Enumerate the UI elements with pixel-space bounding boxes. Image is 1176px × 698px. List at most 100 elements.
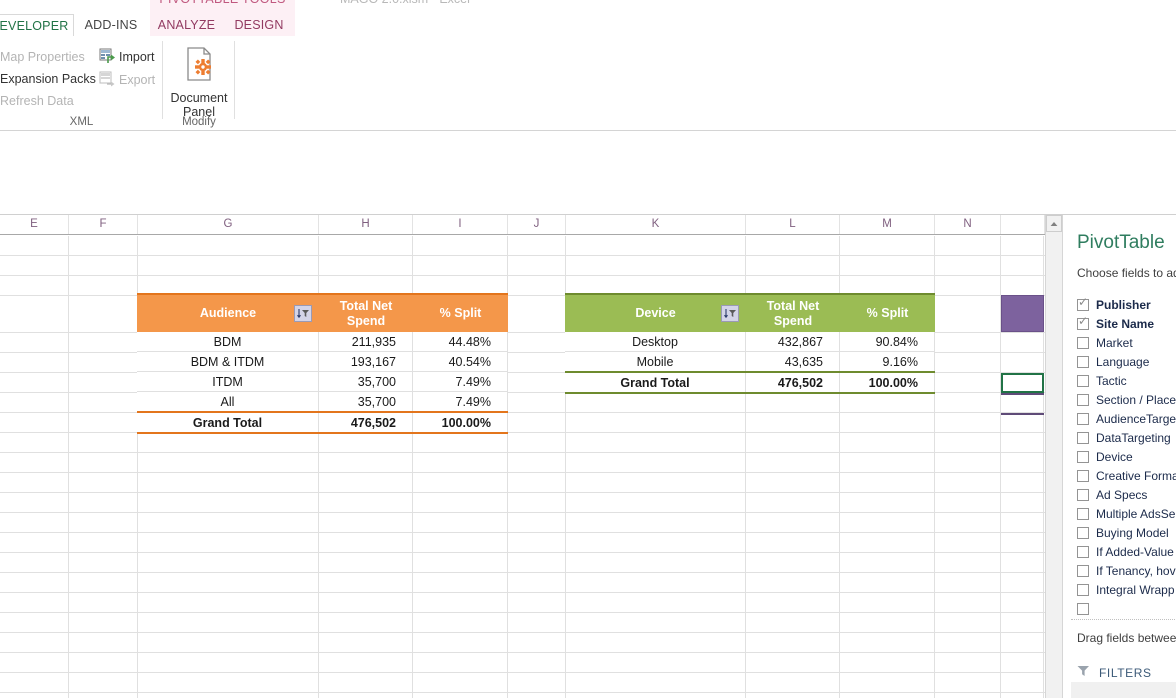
table-cell[interactable]: 211,935	[319, 332, 413, 352]
checkbox-creative-format[interactable]	[1077, 469, 1089, 482]
field-item-section-place[interactable]: Section / Place	[1077, 390, 1176, 409]
column-header-o[interactable]	[1001, 215, 1045, 234]
field-item-publisher[interactable]: Publisher	[1077, 295, 1151, 314]
checkbox-language[interactable]	[1077, 355, 1089, 368]
tab-developer[interactable]: EVELOPER	[0, 14, 74, 37]
pivot-bottom-border	[137, 432, 508, 434]
field-item-integral-wrapper[interactable]: Integral Wrapp	[1077, 580, 1175, 599]
column-header-k[interactable]: K	[566, 215, 746, 234]
grid-line	[0, 672, 1045, 673]
checkbox-publisher[interactable]	[1077, 296, 1089, 311]
column-header-e[interactable]: E	[0, 215, 69, 234]
field-item-if-added-value[interactable]: If Added-Value	[1077, 542, 1174, 561]
table-cell[interactable]: 35,700	[319, 372, 413, 392]
field-item-creative-format[interactable]: Creative Forma	[1077, 466, 1176, 485]
chevron-up-icon	[1050, 221, 1058, 226]
table-row[interactable]: BDM & ITDM	[137, 352, 319, 372]
audience-header-cell[interactable]: Audience	[137, 295, 319, 332]
device-split-header[interactable]: % Split	[840, 295, 935, 332]
checkbox-if-tenancy[interactable]	[1077, 564, 1089, 577]
table-cell[interactable]: 44.48%	[413, 332, 508, 352]
table-cell[interactable]: 7.49%	[413, 392, 508, 412]
checkbox-multiple-adssets[interactable]	[1077, 507, 1089, 520]
checkbox-ad-specs[interactable]	[1077, 488, 1089, 501]
table-cell[interactable]: 9.16%	[840, 352, 935, 372]
checkbox-buying-model[interactable]	[1077, 526, 1089, 539]
purple-header-cell[interactable]	[1001, 295, 1044, 332]
column-header-g[interactable]: G	[138, 215, 319, 234]
table-row[interactable]: Grand Total	[137, 413, 319, 433]
refresh-data-button[interactable]: Refresh Data	[0, 94, 74, 108]
field-item-site-name[interactable]: Site Name	[1077, 314, 1154, 333]
checkbox-data-targeting[interactable]	[1077, 431, 1089, 444]
table-cell[interactable]: 40.54%	[413, 352, 508, 372]
column-header-l[interactable]: L	[746, 215, 840, 234]
column-header-n[interactable]: N	[935, 215, 1001, 234]
field-item-if-tenancy[interactable]: If Tenancy, hov	[1077, 561, 1176, 580]
column-header-f[interactable]: F	[69, 215, 138, 234]
table-cell[interactable]: 43,635	[746, 352, 840, 372]
field-item-market[interactable]: Market	[1077, 333, 1133, 352]
tab-analyze[interactable]: ANALYZE	[150, 14, 223, 36]
field-item-language[interactable]: Language	[1077, 352, 1149, 371]
document-panel-button[interactable]: Document Panel	[163, 46, 235, 119]
table-cell[interactable]: 100.00%	[840, 373, 935, 393]
tab-design[interactable]: DESIGN	[223, 14, 295, 36]
audience-filter-button[interactable]	[294, 305, 312, 322]
checkbox-partial[interactable]	[1077, 602, 1089, 615]
map-properties-button[interactable]: Map Properties	[0, 50, 85, 64]
audience-spend-header[interactable]: Total Net Spend	[319, 295, 413, 332]
checkbox-tactic[interactable]	[1077, 374, 1089, 387]
field-item-device[interactable]: Device	[1077, 447, 1133, 466]
field-list[interactable]: Publisher Site Name Market Language Tact…	[1063, 295, 1176, 615]
table-cell[interactable]: 90.84%	[840, 332, 935, 352]
zone-filters[interactable]: FILTERS	[1077, 664, 1152, 682]
table-cell[interactable]: 432,867	[746, 332, 840, 352]
title-bar: PIVOTTABLE TOOLS MAGO 2.0.xlsm - Excel	[0, 0, 1176, 14]
export-button[interactable]: Export	[119, 73, 155, 87]
device-header-cell[interactable]: Device	[565, 295, 746, 332]
field-item-partial[interactable]	[1077, 599, 1096, 618]
field-item-audience-targeting[interactable]: AudienceTarge	[1077, 409, 1176, 428]
field-item-buying-model[interactable]: Buying Model	[1077, 523, 1169, 542]
table-cell[interactable]: 476,502	[746, 373, 840, 393]
expansion-packs-button[interactable]: Expansion Packs	[0, 72, 96, 86]
device-spend-header[interactable]: Total Net Spend	[746, 295, 840, 332]
checkbox-audience-targeting[interactable]	[1077, 412, 1089, 425]
table-cell[interactable]: 100.00%	[413, 413, 508, 433]
table-cell[interactable]: 35,700	[319, 392, 413, 412]
device-filter-button[interactable]	[721, 305, 739, 322]
table-row[interactable]: Mobile	[565, 352, 746, 372]
field-item-ad-specs[interactable]: Ad Specs	[1077, 485, 1147, 504]
table-row[interactable]: All	[137, 392, 319, 412]
field-item-data-targeting[interactable]: DataTargeting	[1077, 428, 1171, 447]
table-row[interactable]: Grand Total	[565, 373, 746, 393]
column-header-h[interactable]: H	[319, 215, 413, 234]
field-item-tactic[interactable]: Tactic	[1077, 371, 1127, 390]
table-row[interactable]: ITDM	[137, 372, 319, 392]
checkbox-site-name[interactable]	[1077, 315, 1089, 330]
selected-cell[interactable]	[1001, 373, 1044, 393]
column-header-j[interactable]: J	[508, 215, 566, 234]
import-button[interactable]: Import	[119, 50, 154, 64]
field-label: Multiple AdsSe	[1096, 506, 1176, 521]
filters-drop-zone[interactable]	[1071, 682, 1176, 698]
table-cell[interactable]: 193,167	[319, 352, 413, 372]
tab-add-ins[interactable]: ADD-INS	[76, 14, 146, 36]
table-cell[interactable]: 7.49%	[413, 372, 508, 392]
column-header-i[interactable]: I	[413, 215, 508, 234]
table-row[interactable]: Desktop	[565, 332, 746, 352]
table-row[interactable]: BDM	[137, 332, 319, 352]
checkbox-if-added-value[interactable]	[1077, 545, 1089, 558]
checkbox-device[interactable]	[1077, 450, 1089, 463]
column-header-m[interactable]: M	[840, 215, 935, 234]
scroll-up-button[interactable]	[1046, 215, 1062, 232]
checkbox-market[interactable]	[1077, 336, 1089, 349]
checkbox-section-place[interactable]	[1077, 393, 1089, 406]
audience-split-header[interactable]: % Split	[413, 295, 508, 332]
table-cell[interactable]: 476,502	[319, 413, 413, 433]
vertical-scrollbar[interactable]	[1045, 215, 1062, 698]
checkbox-integral-wrapper[interactable]	[1077, 583, 1089, 596]
field-item-multiple-adssets[interactable]: Multiple AdsSe	[1077, 504, 1175, 523]
export-icon	[99, 71, 115, 87]
